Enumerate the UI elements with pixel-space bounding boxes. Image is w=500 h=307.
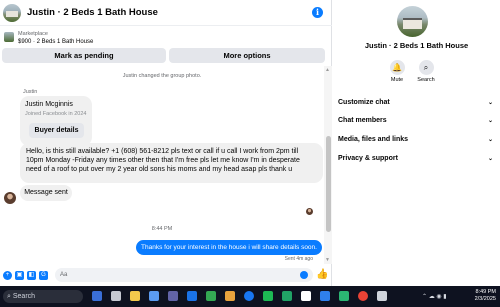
notepad-icon[interactable] [377,291,387,301]
search-label: Search [417,77,435,83]
scroll-thumb[interactable] [325,136,331,232]
file-explorer-icon[interactable] [130,291,140,301]
message-scrollbar[interactable]: ▲ ▼ [324,66,332,264]
listing-price-title[interactable]: $900 · 2 Beds 1 Bath House [18,39,93,45]
photos-icon[interactable] [225,291,235,301]
buyer-joined: Joined Facebook in 2024 [25,111,87,117]
info-icon[interactable]: i [312,7,323,18]
marketplace-label: Marketplace [18,31,48,37]
panel-title: Justin · 2 Beds 1 Bath House [364,41,469,50]
image-icon[interactable]: ▣ [15,270,24,280]
row-label: Privacy & support [338,155,398,162]
clock-date: 2/3/2025 [474,296,496,302]
privacy-support-row[interactable]: Privacy & support ⌄ [338,153,495,165]
emoji-icon[interactable] [300,271,308,279]
vscode-icon[interactable] [320,291,330,301]
mail-icon[interactable] [187,291,197,301]
bell-icon: 🔔 [389,60,405,75]
row-label: Customize chat [338,99,390,106]
task-view-icon[interactable] [111,291,121,301]
search-button[interactable]: ⌕ Search [406,60,446,83]
system-tray[interactable]: ⌃ ☁ ◉ ▮ [422,293,447,300]
read-receipt-avatar [306,208,313,215]
chat-pane: Justin · 2 Beds 1 Bath House i Marketpla… [0,0,332,286]
chat-avatar[interactable] [3,3,21,22]
clock[interactable]: 8:49 PM 2/3/2025 [470,289,496,303]
mark-as-pending-button[interactable]: Mark as pending [2,48,166,63]
store-icon[interactable] [149,291,159,301]
system-message: Justin changed the group photo. [122,73,202,79]
panel-avatar[interactable] [397,6,428,37]
outgoing-message[interactable]: Thanks for your interest in the house i … [136,240,322,255]
edge-icon[interactable] [339,291,349,301]
chevron-down-icon: ⌄ [487,100,493,106]
incoming-message[interactable]: Hello, is this still available? +1 (608)… [20,143,323,183]
scroll-down-icon[interactable]: ▼ [325,257,330,263]
phone-link-icon[interactable] [301,291,311,301]
excel-icon[interactable] [282,291,292,301]
incoming-message-sent[interactable]: Message sent [20,185,72,201]
scroll-up-icon[interactable]: ▲ [325,67,330,73]
spotify-icon[interactable] [263,291,273,301]
sender-name: Justin [23,89,38,95]
facebook-icon[interactable] [244,291,254,301]
clock-time: 8:49 PM [475,289,496,295]
buyer-name: Justin Mcginnis [25,101,73,108]
buyer-details-button[interactable]: Buyer details [29,123,84,138]
sent-status: Sent 4m ago [284,256,313,262]
chevron-down-icon: ⌄ [487,118,493,124]
teams-icon[interactable] [168,291,178,301]
chat-title[interactable]: Justin · 2 Beds 1 Bath House [27,7,158,18]
sender-avatar[interactable] [4,192,16,204]
gif-icon[interactable]: G [39,270,48,280]
customize-chat-row[interactable]: Customize chat ⌄ [338,97,495,109]
thumbs-up-icon[interactable]: 👍 [316,269,328,280]
row-label: Media, files and links [338,136,409,143]
taskbar-search-label: Search [12,293,36,300]
widgets-icon[interactable] [92,291,102,301]
more-options-button[interactable]: More options [169,48,325,63]
row-label: Chat members [338,117,387,124]
chevron-down-icon: ⌄ [487,137,493,143]
chrome-icon-2[interactable] [358,291,368,301]
plus-icon[interactable]: + [3,270,12,280]
windows-taskbar: ⌕ Search ⌃ ☁ ◉ ▮ 8:49 PM 2/3/2025 [0,286,500,307]
chat-members-row[interactable]: Chat members ⌄ [338,115,495,127]
media-files-links-row[interactable]: Media, files and links ⌄ [338,134,495,146]
message-input[interactable]: Aa [55,268,313,282]
chat-info-panel: Justin · 2 Beds 1 Bath House 🔔 Mute ⌕ Se… [333,0,500,286]
chrome-icon[interactable] [206,291,216,301]
composer: + ▣ ◧ G Aa 👍 [0,264,332,286]
chevron-down-icon: ⌄ [487,156,493,162]
sticker-icon[interactable]: ◧ [27,270,36,280]
chat-header: Justin · 2 Beds 1 Bath House i [0,0,332,26]
buyer-card: Justin Mcginnis Joined Facebook in 2024 … [20,96,92,146]
timestamp: 8:44 PM [151,226,173,232]
search-icon: ⌕ [418,60,434,75]
listing-thumbnail[interactable] [4,32,14,42]
taskbar-search[interactable]: ⌕ Search [3,290,83,303]
message-list: Justin changed the group photo. Justin J… [0,66,324,264]
